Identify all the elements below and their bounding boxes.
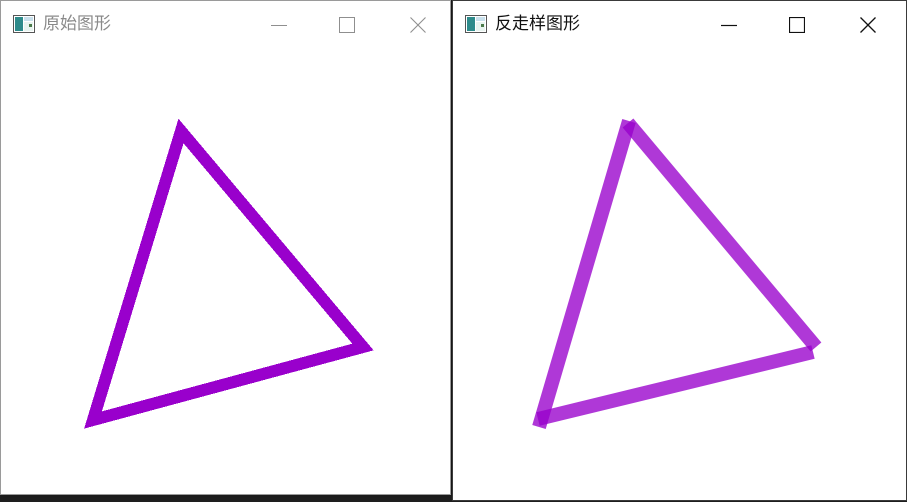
original-shape-window[interactable]: 原始图形	[0, 0, 451, 495]
aliased-triangle	[84, 118, 374, 429]
drawing-canvas	[532, 118, 822, 429]
antialiased-triangle	[532, 118, 822, 429]
drawing-canvas	[84, 118, 374, 429]
triangle-edge	[536, 345, 815, 426]
triangle-edge	[622, 118, 822, 352]
antialiased-shape-window[interactable]: 反走样图形	[452, 0, 907, 501]
triangle-edge	[532, 119, 636, 429]
